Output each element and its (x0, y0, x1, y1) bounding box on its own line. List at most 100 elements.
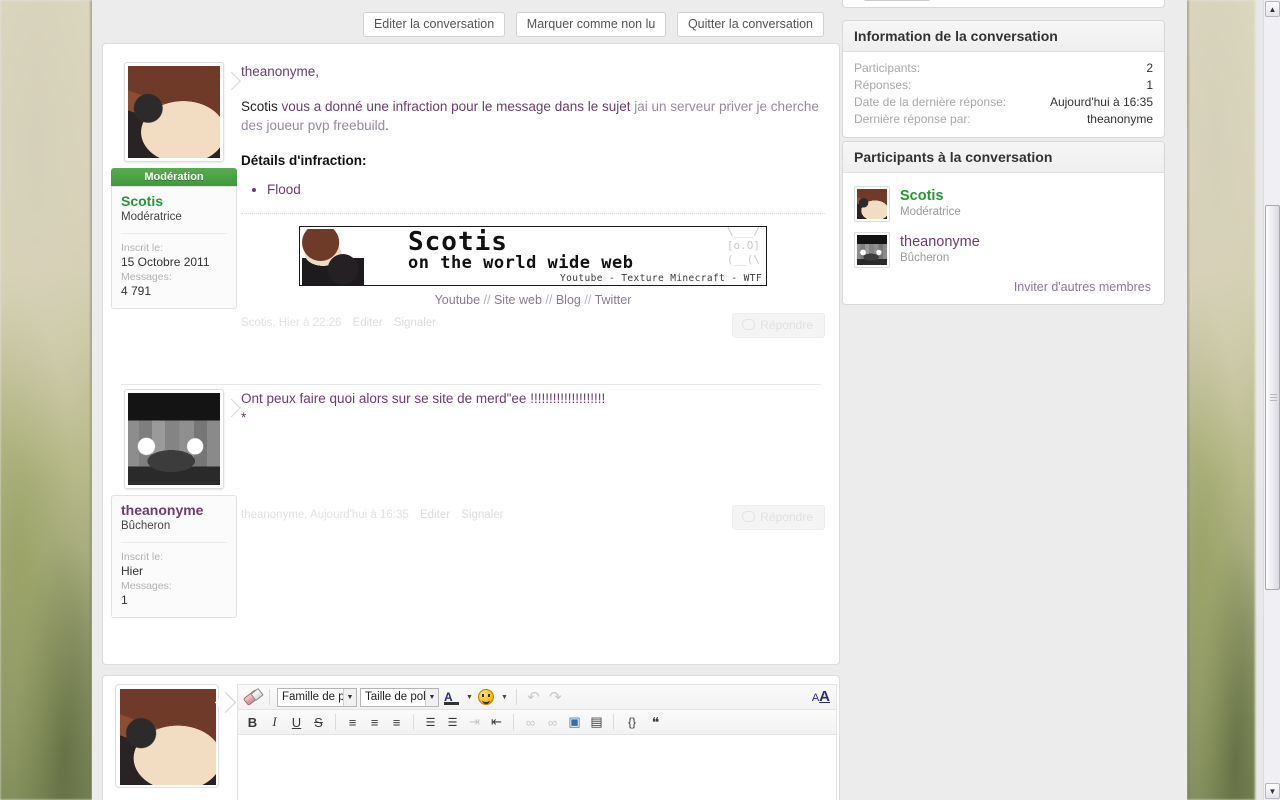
reply-button[interactable]: Répondre (732, 505, 825, 530)
bullet-list-icon[interactable]: ☰ (421, 713, 440, 732)
avatar-image-scotis (128, 66, 220, 158)
outdent-icon[interactable]: ⇥ (465, 713, 484, 732)
signature-banner-subtitle: on the world wide web (408, 253, 634, 273)
user-info-box: theanonyme Bûcheron Inscrit le: Hier Mes… (111, 495, 237, 618)
underline-icon[interactable]: U (287, 713, 306, 732)
message-edit-link[interactable]: Editer (353, 317, 383, 329)
align-left-icon[interactable]: ≡ (343, 713, 362, 732)
joined-label: Inscrit le: (121, 242, 164, 254)
font-family-select[interactable]: Famille de polic ▼ (277, 687, 357, 707)
redo-icon[interactable]: ↷ (546, 688, 565, 707)
username[interactable]: Scotis (121, 193, 227, 210)
participant-name[interactable]: Scotis (900, 188, 961, 205)
conversation-thread-card: Modération Scotis Modératrice Inscrit le… (102, 43, 840, 665)
message-meta: theanonyme, Aujourd'hui à 16:35 Editer S… (241, 509, 503, 521)
undo-icon[interactable]: ↶ (524, 688, 543, 707)
participant-name[interactable]: theanonyme (900, 234, 980, 251)
scroll-down-arrow-icon[interactable]: ▼ (1265, 783, 1280, 799)
background-right-gutter (1187, 0, 1255, 800)
indent-icon[interactable]: ⇤ (487, 713, 506, 732)
avatar[interactable] (124, 62, 224, 162)
message-pointer-arrow (231, 399, 242, 417)
leave-conversation-button[interactable]: Quitter la conversation (676, 12, 824, 37)
code-icon[interactable]: {} (621, 713, 643, 732)
signature-character-art (302, 229, 364, 285)
messages-label: Messages: (121, 271, 172, 283)
font-color-icon[interactable]: A (442, 688, 461, 707)
participant-title: Modératrice (900, 206, 961, 218)
scrollbar-grip-icon (1270, 393, 1277, 402)
insert-link-icon[interactable]: ∞ (521, 713, 540, 732)
participant-title: Bûcheron (900, 252, 950, 264)
message-body: theanonyme, Scotis vous a donné une infr… (241, 62, 825, 339)
signature-link-blog[interactable]: Blog (556, 293, 581, 307)
eraser-icon[interactable] (243, 688, 262, 707)
signature-link-separator-2: // (545, 293, 553, 307)
reply-button-label: Répondre (760, 318, 813, 332)
signature-link-site-web[interactable]: Site web (494, 293, 542, 307)
spellcheck-icon[interactable]: AA (812, 688, 830, 705)
bold-icon[interactable]: B (243, 713, 262, 732)
message-line-2: * (241, 410, 247, 425)
messages-value: 1 (121, 593, 128, 607)
info-row-replies: Réponses: 1 (854, 77, 1153, 94)
signature-banner-title: Scotis (408, 227, 508, 257)
font-size-select[interactable]: Taille de police ▼ (360, 687, 439, 707)
reply-textarea[interactable] (237, 734, 837, 800)
user-stats: Inscrit le: 15 Octobre 2011 Messages: 4 … (121, 233, 227, 299)
reply-button[interactable]: Répondre (732, 313, 825, 338)
vertical-scrollbar[interactable]: ▲ ▼ (1263, 0, 1280, 800)
message-footer: Scotis, Hier à 22:26 Editer Signaler Rép… (241, 313, 825, 339)
speech-bubble-icon (742, 319, 756, 330)
smiley-icon[interactable] (477, 688, 496, 707)
signature-banner-image[interactable]: Scotis on the world wide web \___/ [o.O]… (299, 226, 767, 286)
align-center-icon[interactable]: ≡ (365, 713, 384, 732)
info-value: 2 (1146, 61, 1153, 75)
message-report-link[interactable]: Signaler (461, 509, 503, 521)
italic-icon[interactable]: I (265, 713, 284, 732)
message-timestamp: Scotis, Hier à 22:26 (241, 317, 342, 329)
infraction-period: . (385, 118, 389, 133)
message-edit-link[interactable]: Editer (420, 509, 450, 521)
chevron-down-icon: ▼ (425, 688, 438, 706)
scrollbar-thumb[interactable] (1265, 205, 1280, 590)
unlink-icon[interactable]: ∞ (543, 713, 562, 732)
numbered-list-icon[interactable]: ☰ (443, 713, 462, 732)
participant-row-scotis[interactable]: Scotis Modératrice (854, 181, 1153, 227)
strikethrough-icon[interactable]: S (309, 713, 328, 732)
rank-badge: Modération (111, 168, 237, 186)
signature-link-youtube[interactable]: Youtube (435, 293, 480, 307)
avatar[interactable] (124, 389, 224, 489)
info-key: Dernière réponse par: (854, 112, 971, 126)
toolbar-separator (613, 714, 614, 730)
font-color-dropdown-icon[interactable]: ▼ (464, 688, 474, 707)
message-text: Ont peux faire quoi alors sur se site de… (241, 389, 825, 427)
mark-unread-button[interactable]: Marquer comme non lu (515, 12, 667, 37)
avatar[interactable] (115, 684, 219, 788)
insert-media-icon[interactable]: ▤ (587, 713, 606, 732)
info-row-participants: Participants: 2 (854, 60, 1153, 77)
invite-members-link[interactable]: Inviter d'autres membres (854, 273, 1153, 295)
insert-image-icon[interactable]: ▣ (565, 713, 584, 732)
scroll-up-arrow-icon[interactable]: ▲ (1265, 1, 1280, 17)
editor-toolbar-row-2: B I U S ≡ ≡ ≡ ☰ ☰ ⇥ ⇤ ∞ ∞ ▣ ▤ {} ❝ (237, 709, 837, 734)
partial-panel-button[interactable] (863, 0, 931, 1)
smiley-dropdown-icon[interactable]: ▼ (499, 688, 509, 707)
avatar[interactable] (854, 186, 890, 222)
edit-conversation-button[interactable]: Editer la conversation (362, 12, 506, 37)
message-meta: Scotis, Hier à 22:26 Editer Signaler (241, 317, 436, 329)
signature-link-twitter[interactable]: Twitter (595, 293, 632, 307)
message-pointer-arrow (231, 72, 242, 90)
message-report-link[interactable]: Signaler (394, 317, 436, 329)
username[interactable]: theanonyme (121, 502, 227, 519)
info-row-last-reply-by: Dernière réponse par: theanonyme (854, 111, 1153, 128)
avatar-image-current-user (120, 689, 216, 785)
reply-pointer-arrow (225, 692, 237, 712)
font-size-value: Taille de police (365, 691, 425, 703)
avatar[interactable] (854, 232, 890, 268)
quote-icon[interactable]: ❝ (646, 713, 665, 732)
align-right-icon[interactable]: ≡ (387, 713, 406, 732)
participant-row-theanonyme[interactable]: theanonyme Bûcheron (854, 227, 1153, 273)
message-greeting: theanonyme, (241, 64, 320, 79)
user-title: Bûcheron (121, 520, 171, 532)
